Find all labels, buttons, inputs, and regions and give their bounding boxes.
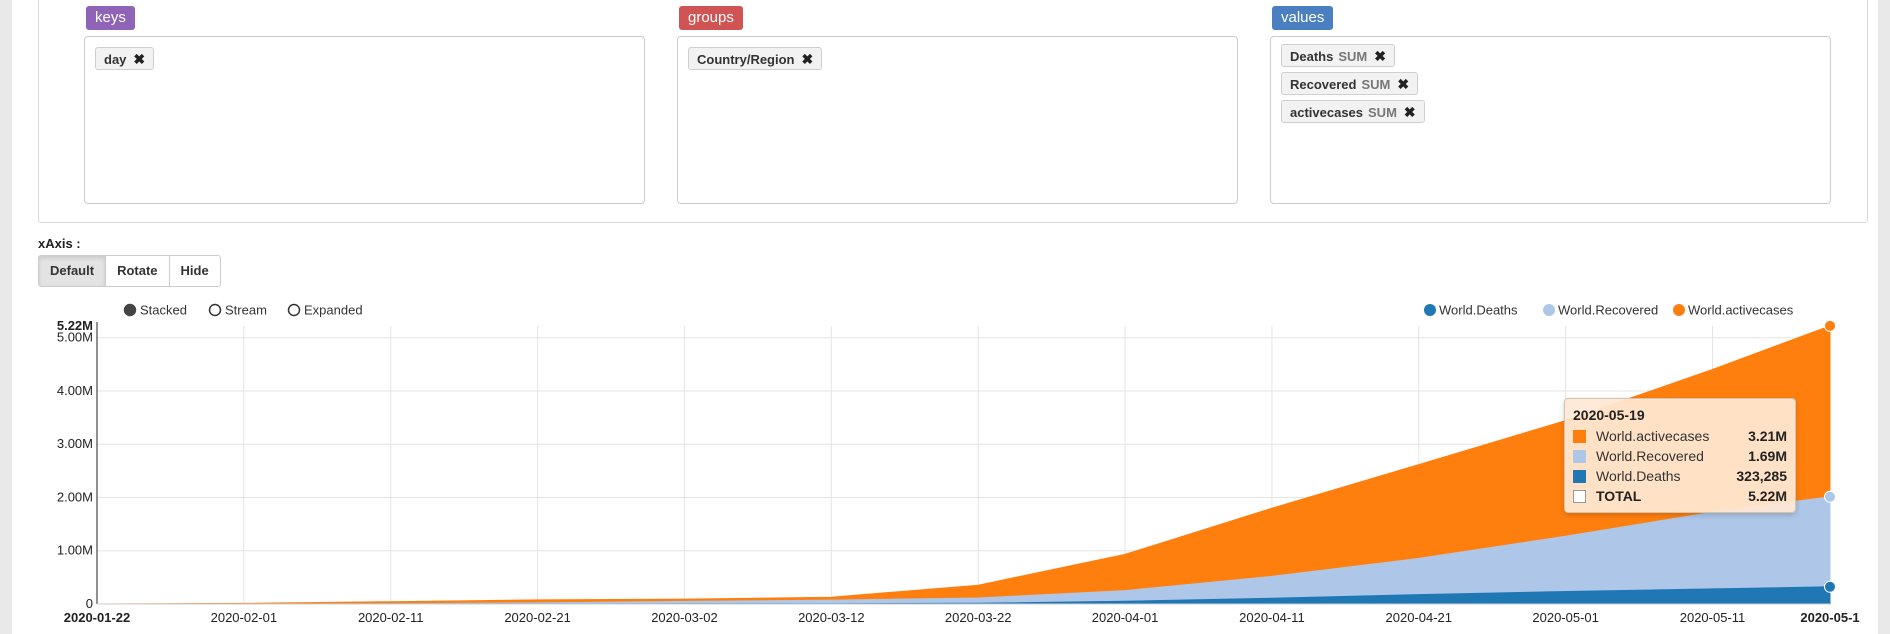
tooltip-row: World.Deaths 323,285	[1573, 466, 1787, 486]
mode-expanded-radio[interactable]: Expanded	[287, 303, 363, 318]
mode-stacked-label: Stacked	[140, 303, 187, 318]
tooltip-swatch	[1573, 489, 1586, 503]
aggregation-selector[interactable]: SUM	[1338, 49, 1367, 64]
remove-icon[interactable]: ✖	[1397, 76, 1409, 92]
tooltip-swatch	[1573, 469, 1586, 483]
xaxis-hide-button[interactable]: Hide	[168, 255, 221, 287]
group-pill-label: Country/Region	[697, 52, 795, 67]
legend-label: World.Recovered	[1558, 303, 1658, 318]
legend-world-activecases[interactable]: World.activecases	[1673, 303, 1794, 318]
tooltip-total-label: TOTAL	[1596, 488, 1642, 504]
mode-stream-radio[interactable]: Stream	[208, 303, 267, 318]
value-pill-activecases[interactable]: activecases SUM ✖	[1281, 100, 1425, 123]
x-tick-label: 2020-01-22	[64, 610, 131, 625]
tooltip-series-name: World.activecases	[1596, 428, 1710, 444]
value-pill-label: Recovered	[1290, 77, 1357, 92]
x-tick-label: 2020-04-01	[1092, 610, 1159, 625]
value-pill-label: activecases	[1290, 105, 1364, 120]
legend-label: World.Deaths	[1439, 303, 1518, 318]
x-tick-label: 2020-04-11	[1239, 610, 1305, 625]
legend-label: World.activecases	[1688, 303, 1794, 318]
chart-tooltip: 2020-05-19 World.activecases 3.21M World…	[1564, 398, 1796, 513]
remove-icon[interactable]: ✖	[802, 51, 814, 67]
tooltip-series-name: World.Deaths	[1596, 468, 1681, 484]
xaxis-label: xAxis :	[38, 236, 81, 251]
legend-swatch	[1424, 304, 1436, 316]
tooltip-series-value: 323,285	[1736, 468, 1787, 484]
end-point-recovered	[1824, 490, 1836, 503]
x-tick-label: 2020-03-22	[945, 610, 1012, 625]
tooltip-series-value: 3.21M	[1748, 428, 1787, 444]
legend-world-deaths[interactable]: World.Deaths	[1424, 303, 1518, 318]
group-pill-country-region[interactable]: Country/Region ✖	[688, 47, 823, 70]
value-pill-recovered[interactable]: Recovered SUM ✖	[1281, 72, 1419, 95]
mode-stacked-radio[interactable]: Stacked	[123, 303, 187, 318]
y-tick-label: 3.00M	[57, 436, 93, 451]
y-max-label: 5.22M	[57, 318, 93, 333]
x-tick-label: 2020-02-21	[504, 610, 571, 625]
end-point-activecases	[1824, 319, 1836, 332]
y-tick-label: 4.00M	[57, 383, 93, 398]
tooltip-total-row: TOTAL 5.22M	[1573, 486, 1787, 506]
y-tick-label: 1.00M	[57, 543, 93, 558]
tooltip-row: World.activecases 3.21M	[1573, 426, 1787, 446]
x-tick-label: 2020-02-11	[358, 610, 424, 625]
values-dropzone[interactable]: Deaths SUM ✖ Recovered SUM ✖ activecases SUM ✖	[1270, 36, 1831, 204]
tooltip-swatch	[1573, 449, 1586, 463]
mode-stream-label: Stream	[225, 303, 267, 318]
xaxis-default-button[interactable]: Default	[38, 255, 107, 287]
keys-dropzone[interactable]: day ✖	[84, 36, 645, 204]
value-pill-label: Deaths	[1290, 49, 1334, 64]
x-tick-label: 2020-02-01	[211, 610, 278, 625]
y-tick-label: 0	[86, 596, 93, 611]
tooltip-series-value: 1.69M	[1748, 448, 1787, 464]
page: keys day ✖ groups Country/Region ✖ values …	[12, 0, 1878, 634]
keys-zone-title: keys	[86, 6, 135, 30]
pivot-config-panel: keys day ✖ groups Country/Region ✖ values …	[38, 0, 1868, 223]
key-pill-label: day	[104, 52, 127, 67]
remove-icon[interactable]: ✖	[133, 51, 145, 67]
tooltip-total-value: 5.22M	[1748, 488, 1787, 504]
key-pill-day[interactable]: day ✖	[95, 47, 155, 70]
value-pill-deaths[interactable]: Deaths SUM ✖	[1281, 44, 1395, 67]
legend-swatch	[1673, 304, 1685, 316]
x-tick-label: 2020-04-21	[1386, 610, 1453, 625]
mode-expanded-label: Expanded	[304, 303, 363, 318]
remove-icon[interactable]: ✖	[1404, 104, 1416, 120]
groups-dropzone[interactable]: Country/Region ✖	[677, 36, 1238, 204]
y-tick-label: 2.00M	[57, 489, 93, 504]
tooltip-row: World.Recovered 1.69M	[1573, 446, 1787, 466]
tooltip-date: 2020-05-19	[1573, 407, 1645, 423]
groups-zone-title: groups	[679, 6, 743, 30]
x-tick-label: 2020-03-12	[798, 610, 865, 625]
remove-icon[interactable]: ✖	[1374, 48, 1386, 64]
aggregation-selector[interactable]: SUM	[1361, 77, 1390, 92]
aggregation-selector[interactable]: SUM	[1368, 105, 1397, 120]
tooltip-swatch	[1573, 429, 1586, 443]
x-tick-label: 2020-05-1	[1800, 610, 1859, 625]
legend-world-recovered[interactable]: World.Recovered	[1543, 303, 1658, 318]
xaxis-button-group: Default Rotate Hide	[38, 255, 221, 287]
x-tick-label: 2020-05-11	[1680, 610, 1746, 625]
xaxis-rotate-button[interactable]: Rotate	[105, 255, 170, 287]
tooltip-series-name: World.Recovered	[1596, 448, 1704, 464]
x-tick-label: 2020-03-02	[651, 610, 718, 625]
legend-swatch	[1543, 304, 1555, 316]
end-point-deaths	[1824, 580, 1836, 593]
values-zone-title: values	[1272, 6, 1334, 30]
x-tick-label: 2020-05-01	[1532, 610, 1599, 625]
